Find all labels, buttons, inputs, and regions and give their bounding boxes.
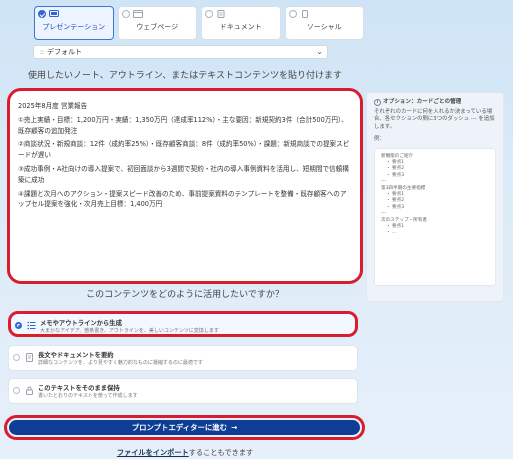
example-line: ・ ... [386,230,397,236]
format-tabs: プレゼンテーション ウェブページ ドキュメント ソーシャル [34,6,364,40]
radio-icon [288,10,297,18]
arrow-right-icon: → [231,423,238,432]
info-icon: i [374,99,381,107]
tab-presentation[interactable]: プレゼンテーション [34,6,114,40]
radio-icon [13,354,20,361]
help-panel-title: オプション：カードごとの管理 [383,99,462,105]
paste-instruction: 使用したいノート、アウトライン、またはテキストコンテンツを貼り付けます [27,71,342,81]
radio-selected-icon [15,322,22,329]
content-paragraph: 2025年8月度 営業報告 [18,102,88,110]
tab-document-label: ドキュメント [219,23,262,31]
document-icon [25,353,34,362]
option-description: 詳細なコンテンツを、より見やすく魅力的なものに凝縮するのに最適です [38,360,203,366]
webpage-icon [132,10,143,18]
radio-icon [205,10,213,18]
usage-question: このコンテンツをどのように活用したいですか？ [86,290,284,300]
option-description: 大まかなアイデア、箇条書き、アウトラインを、美しいコンテンツに変換します [40,328,219,334]
document-icon [216,10,226,18]
proceed-to-prompt-editor-button[interactable]: プロンプトエディターに進む → [9,420,360,435]
import-file-link[interactable]: ファイルをインポート [117,448,189,457]
presentation-icon [49,10,59,18]
radio-icon [121,10,130,18]
grip-icon: :: [40,48,45,56]
option-generate-from-notes[interactable]: メモやアウトラインから生成 大まかなアイデア、箇条書き、アウトラインを、美しいコ… [8,311,358,337]
tab-social-label: ソーシャル [306,23,342,31]
proceed-button-outline: プロンプトエディターに進む → [4,415,365,440]
chevron-down-icon: ⌄ [316,47,323,56]
help-panel-example: 新機能のご紹介・ 要点1 ・ 要点2 ・ 要点3 --- 第3四半期の主要指標・ 要点1… [374,147,496,286]
help-panel-title-row: i オプション：カードごとの管理 [374,99,496,107]
lock-icon [25,386,34,395]
option-title: 長文やドキュメントを要約 [38,352,114,359]
option-description: 書いたとおりのテキストを使って作成します [38,393,138,399]
content-textarea[interactable]: 2025年8月度 営業報告 ①売上実績・目標：1,200万円・実績：1,350万… [7,88,363,284]
tab-presentation-label: プレゼンテーション [42,23,106,31]
content-paragraph: ②商談状況・新規商談：12件（成約率25%）・既存顧客商談：8件（成約率50%）… [18,140,350,160]
template-select-value: デフォルト [47,48,83,56]
tab-webpage[interactable]: ウェブページ [117,6,197,40]
selected-check-icon [38,10,46,18]
option-title: このテキストをそのまま保持 [38,385,120,392]
proceed-button-label: プロンプトエディターに進む [131,423,228,432]
tab-webpage-label: ウェブページ [136,23,179,31]
social-icon [300,10,310,18]
import-line-suffix: することもできます [188,448,254,457]
list-icon [27,321,36,330]
content-paragraph: ④課題と次月へのアクション・提案スピード改善のため、事前提案資料のテンプレートを… [18,189,347,209]
option-keep-text[interactable]: このテキストをそのまま保持 書いたとおりのテキストを使って作成します [8,378,358,404]
help-panel-example-label: 例： [374,136,385,142]
card-separator-help-panel: i オプション：カードごとの管理 それぞれのカードに何を入れるか決まっている場合… [366,92,504,302]
template-select[interactable]: :: デフォルト ⌄ [33,45,328,59]
content-paragraph: ①売上実績・目標：1,200万円・実績：1,350万円（達成率112%）・主な要… [18,115,348,135]
option-title: メモやアウトラインから生成 [40,320,122,327]
help-panel-description: それぞれのカードに何を入れるか決まっている場合、各セクションの間に3つのダッシュ… [374,108,495,130]
option-summarize-document[interactable]: 長文やドキュメントを要約 詳細なコンテンツを、より見やすく魅力的なものに凝縮する… [8,345,358,371]
import-line: ファイルをインポートすることもできます [0,448,370,458]
content-paragraph: ③成功事例・A社向けの導入提案で、初回面談から3週間で契約・社内の導入事例資料を… [18,164,349,184]
radio-icon [13,387,20,394]
tab-social[interactable]: ソーシャル [284,6,364,40]
tab-document[interactable]: ドキュメント [201,6,281,40]
